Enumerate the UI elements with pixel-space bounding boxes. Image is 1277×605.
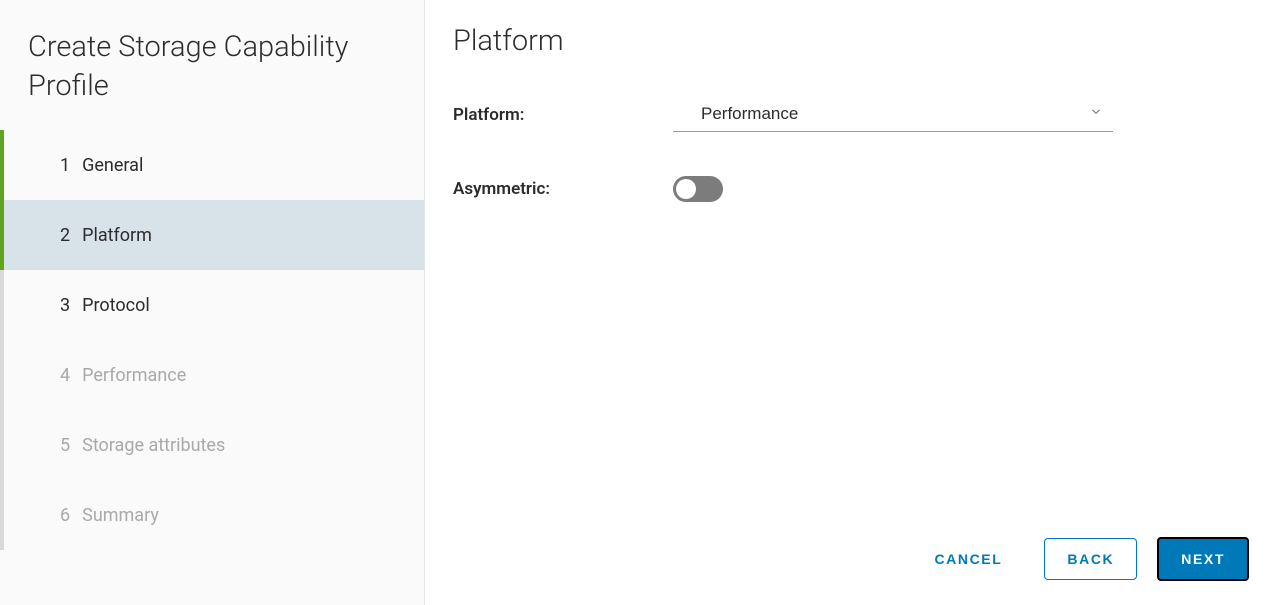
back-button[interactable]: BACK [1044,538,1137,580]
step-number: 3 [60,295,70,316]
step-storage-attributes: 5 Storage attributes [0,410,424,480]
step-number: 5 [60,435,70,456]
platform-select[interactable]: Performance [673,98,1113,132]
asymmetric-toggle[interactable] [673,176,723,202]
step-performance: 4 Performance [0,340,424,410]
toggle-knob [676,179,696,199]
step-number: 2 [60,225,70,246]
platform-select-wrap: Performance [673,98,1113,132]
cancel-button[interactable]: CANCEL [912,539,1024,579]
wizard-sidebar: Create Storage Capability Profile 1 Gene… [0,0,425,605]
asymmetric-label: Asymmetric: [453,179,673,199]
step-label: Protocol [82,295,150,316]
wizard-content: Platform Platform: Performance Asymmetri… [425,0,1277,605]
step-number: 4 [60,365,70,386]
step-platform[interactable]: 2 Platform [0,200,424,270]
step-label: Platform [82,225,152,246]
wizard-root: Create Storage Capability Profile 1 Gene… [0,0,1277,605]
wizard-footer: CANCEL BACK NEXT [453,537,1249,581]
page-title: Platform [453,24,1249,58]
wizard-steps: 1 General 2 Platform 3 Protocol 4 Perfor… [0,130,424,550]
next-button[interactable]: NEXT [1157,537,1249,581]
step-label: Storage attributes [82,435,225,456]
wizard-title: Create Storage Capability Profile [0,28,424,130]
asymmetric-row: Asymmetric: [453,176,1249,202]
step-label: Performance [82,365,186,386]
platform-label: Platform: [453,105,673,125]
step-protocol[interactable]: 3 Protocol [0,270,424,340]
step-number: 1 [60,155,70,176]
step-number: 6 [60,505,70,526]
step-summary: 6 Summary [0,480,424,550]
platform-row: Platform: Performance [453,98,1249,132]
step-label: General [82,155,143,176]
step-general[interactable]: 1 General [0,130,424,200]
step-label: Summary [82,505,159,526]
